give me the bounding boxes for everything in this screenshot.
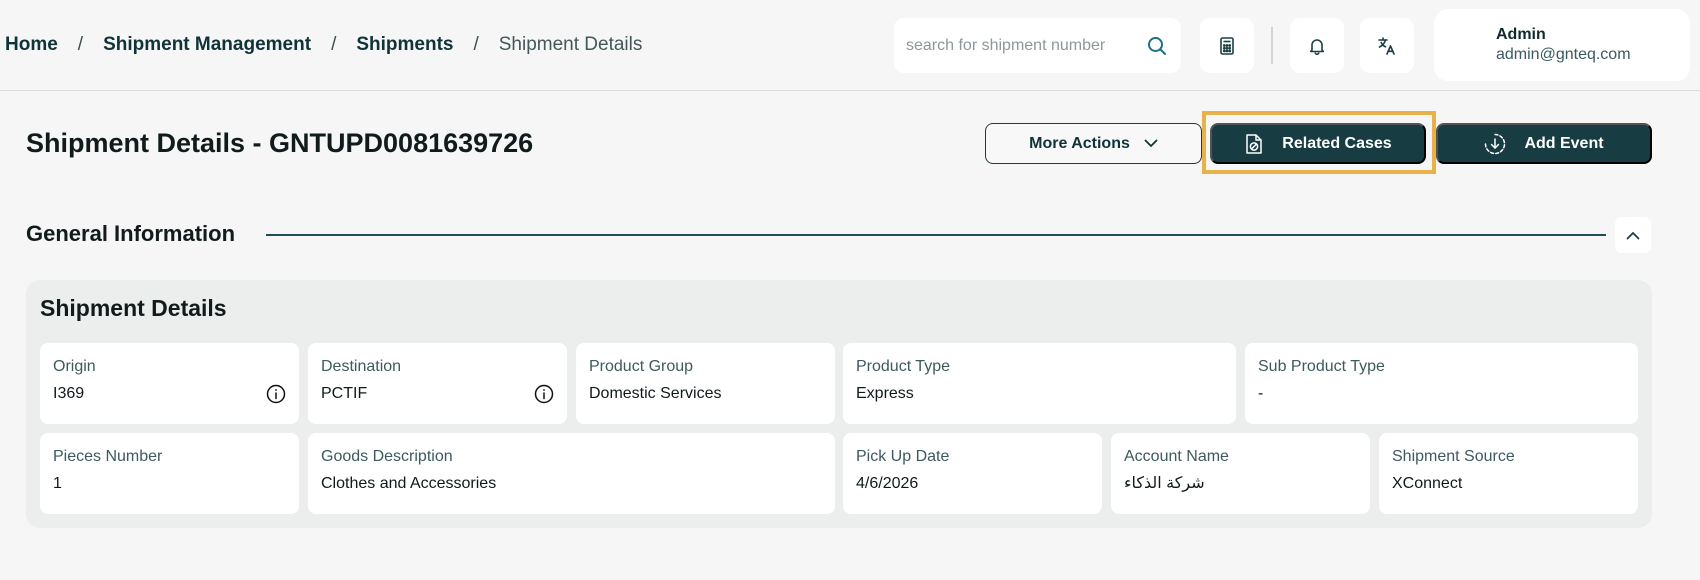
more-actions-label: More Actions [1029, 134, 1130, 152]
field-label: Pick Up Date [856, 448, 950, 465]
field-value: Domestic Services [589, 385, 722, 402]
field-origin: Origin I369 [40, 343, 299, 424]
breadcrumb-separator: / [77, 34, 84, 55]
field-value: Express [856, 385, 914, 402]
calculator-button[interactable] [1200, 18, 1254, 73]
breadcrumb-current: Shipment Details [498, 34, 643, 55]
top-bar: Home / Shipment Management / Shipments /… [0, 0, 1700, 91]
add-event-icon [1484, 133, 1506, 155]
breadcrumb-separator: / [331, 34, 337, 55]
field-label: Product Group [589, 358, 694, 375]
breadcrumb: Home / Shipment Management / Shipments /… [5, 34, 642, 56]
section-title: General Information [26, 221, 236, 246]
field-goods-description: Goods Description Clothes and Accessorie… [308, 433, 835, 514]
field-value: 1 [53, 475, 62, 492]
field-value: PCTIF [321, 385, 368, 402]
add-event-label: Add Event [1524, 134, 1604, 152]
field-value: 4/6/2026 [856, 475, 919, 492]
field-value: شركة الذكاء [1124, 475, 1205, 492]
field-account-name: Account Name شركة الذكاء [1111, 433, 1370, 514]
field-product-group: Product Group Domestic Services [576, 343, 835, 424]
field-value: - [1258, 385, 1264, 402]
field-value: Clothes and Accessories [321, 475, 497, 492]
breadcrumb-home[interactable]: Home [5, 34, 58, 56]
related-cases-button[interactable]: Related Cases [1210, 123, 1426, 164]
related-cases-label: Related Cases [1282, 134, 1392, 152]
field-product-type: Product Type Express [843, 343, 1236, 424]
breadcrumb-separator: / [473, 34, 479, 55]
search-box [894, 18, 1181, 73]
calculator-icon [1219, 36, 1235, 55]
field-shipment-source: Shipment Source XConnect [1379, 433, 1638, 514]
field-pick-up-date: Pick Up Date 4/6/2026 [843, 433, 1102, 514]
field-label: Destination [321, 358, 402, 375]
user-email: admin@gnteq.com [1496, 46, 1631, 63]
field-destination: Destination PCTIF [308, 343, 567, 424]
translate-icon [1377, 36, 1397, 56]
page-title: Shipment Details - GNTUPD0081639726 [26, 128, 534, 158]
toolbar-divider [1271, 27, 1273, 64]
field-value: I369 [53, 385, 85, 402]
field-label: Shipment Source [1392, 448, 1515, 465]
user-name: Admin [1496, 26, 1546, 43]
field-label: Account Name [1124, 448, 1229, 465]
add-event-button[interactable]: Add Event [1436, 123, 1652, 164]
panel-title: Shipment Details [40, 295, 227, 321]
field-label: Sub Product Type [1258, 358, 1385, 375]
field-sub-product-type: Sub Product Type - [1245, 343, 1638, 424]
search-input[interactable] [906, 36, 1146, 55]
breadcrumb-shipments[interactable]: Shipments [356, 34, 453, 56]
field-pieces-number: Pieces Number 1 [40, 433, 299, 514]
breadcrumb-shipment-management[interactable]: Shipment Management [103, 34, 311, 56]
chevron-up-icon [1626, 231, 1640, 240]
shipment-details-panel: Shipment Details Origin I369 Destination… [26, 280, 1652, 528]
chevron-down-icon [1144, 139, 1158, 148]
notifications-button[interactable] [1290, 18, 1344, 73]
info-icon[interactable] [266, 384, 286, 404]
section-divider [266, 234, 1606, 236]
collapse-section-button[interactable] [1615, 217, 1651, 253]
user-profile-card[interactable]: Admin admin@gnteq.com [1434, 9, 1690, 81]
related-cases-icon [1244, 133, 1264, 155]
field-label: Product Type [856, 358, 950, 375]
search-icon[interactable] [1147, 36, 1167, 56]
bell-icon [1308, 37, 1326, 55]
info-icon[interactable] [534, 384, 554, 404]
field-value: XConnect [1392, 475, 1463, 492]
field-label: Origin [53, 358, 96, 375]
language-button[interactable] [1360, 18, 1414, 73]
field-label: Pieces Number [53, 448, 163, 465]
field-label: Goods Description [321, 448, 453, 465]
more-actions-button[interactable]: More Actions [985, 123, 1202, 164]
